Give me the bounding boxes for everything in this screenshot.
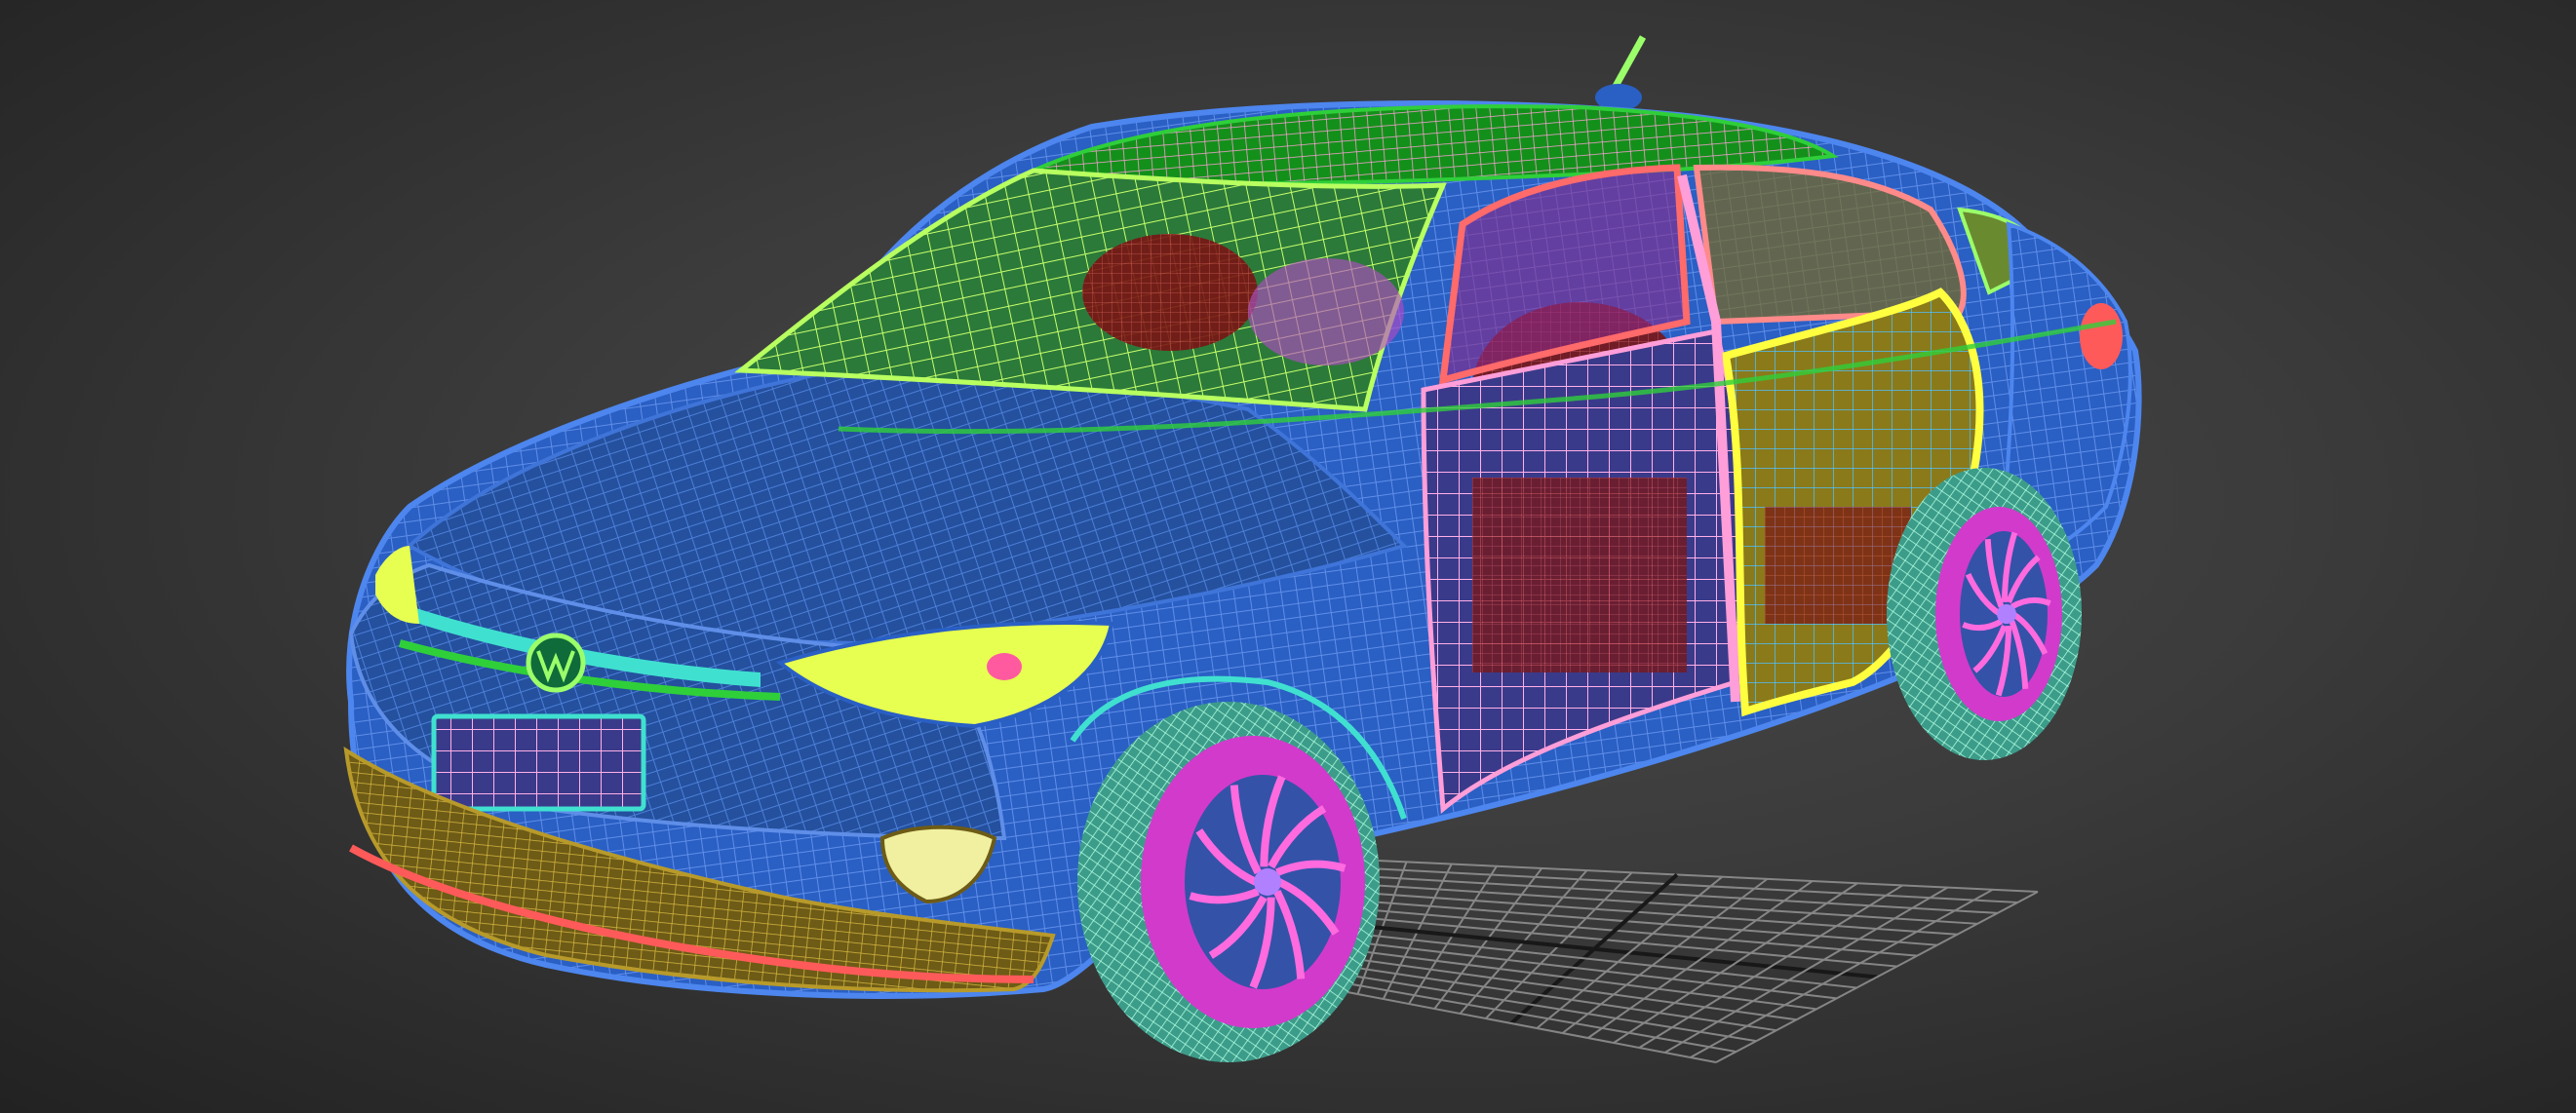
- grid-line: [1613, 882, 1858, 1044]
- wireframe-scene[interactable]: [0, 0, 2576, 1113]
- tail-light: [2080, 303, 2123, 369]
- door-interior-panel: [1472, 478, 1687, 672]
- rear-wheel: [1887, 468, 2082, 760]
- grid-line: [1306, 983, 1717, 1063]
- license-plate-area: [431, 713, 646, 812]
- front-wheel: [1077, 702, 1380, 1062]
- vw-logo-icon: [526, 633, 586, 693]
- ground-grid: [1306, 857, 2039, 1063]
- 3d-viewport[interactable]: [0, 0, 2576, 1113]
- car-model[interactable]: [343, 35, 2142, 1062]
- antenna: [1595, 35, 1647, 111]
- headlight-lens-right: [987, 653, 1022, 680]
